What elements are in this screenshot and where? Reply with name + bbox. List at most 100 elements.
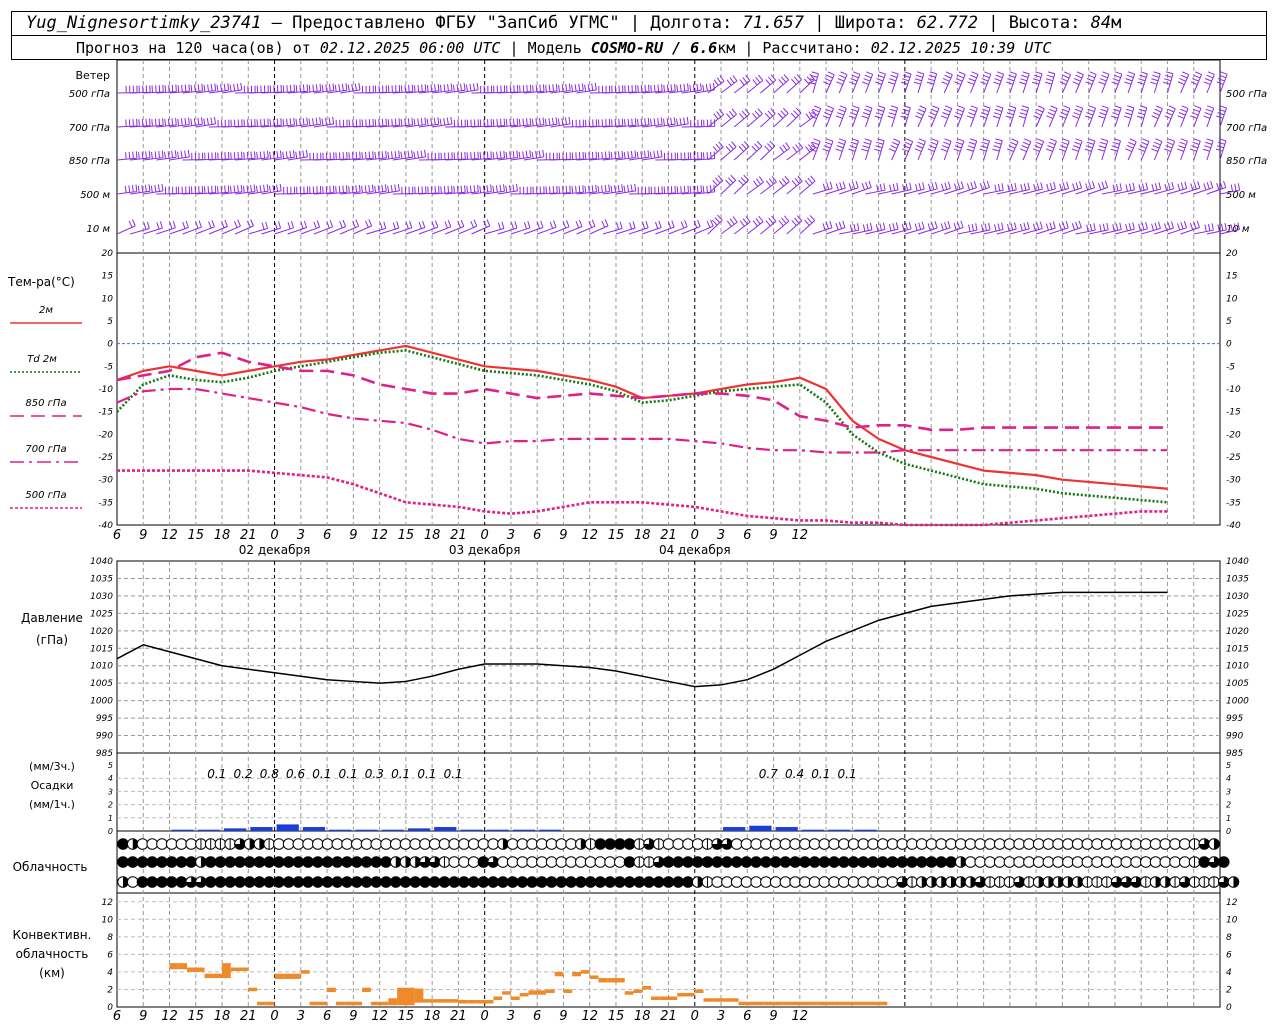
- temp-tick-label-left: -40: [98, 521, 113, 531]
- wind-barb-feather: [849, 224, 853, 232]
- wind-barb-feather: [1223, 180, 1227, 188]
- wind-barb-feather: [1024, 138, 1032, 143]
- wind-barb-feather: [374, 185, 377, 193]
- wind-barb-feather: [804, 78, 810, 85]
- wind-barb-feather: [1115, 71, 1122, 75]
- wind-barb: [116, 118, 138, 128]
- wind-barb-feather: [1139, 105, 1147, 109]
- wind-barb-feather: [601, 220, 606, 228]
- wind-barb-feather: [190, 85, 193, 93]
- cloud-cover-symbol: [1081, 876, 1094, 888]
- wind-barb-feather: [1014, 182, 1017, 190]
- precip-sum-label: 0.1: [207, 767, 226, 781]
- wind-barb-feather: [1180, 74, 1188, 79]
- cloud-cover-symbol: [818, 856, 831, 868]
- wind-barb-feather: [250, 184, 252, 193]
- cloud-cover-symbol: [662, 876, 675, 888]
- wind-barb-feather: [653, 84, 656, 92]
- wind-barb-feather: [553, 220, 557, 228]
- wind-barb-feather: [518, 151, 521, 159]
- cloud-cover-symbol: [691, 876, 704, 888]
- wind-barb-feather: [444, 221, 448, 229]
- wind-barb-feather: [1126, 145, 1134, 149]
- wind-barb-feather: [743, 174, 749, 181]
- lower-x-tick-label: 6: [113, 1009, 121, 1024]
- wind-barb-feather: [1217, 141, 1225, 145]
- cloud-cover-symbol: [1217, 876, 1230, 888]
- cloud-cover-symbol: [974, 838, 987, 850]
- cloud-cover-symbol: [380, 856, 392, 868]
- wind-barb-feather: [466, 186, 469, 194]
- temp-tick-label-left: -10: [98, 385, 113, 395]
- cloud-circle: [993, 856, 1006, 868]
- cloud-cover-symbol: [847, 856, 860, 868]
- wind-barb-feather: [1076, 105, 1083, 109]
- wind-barb-feather: [1088, 74, 1096, 79]
- wind-barb-feather: [387, 119, 390, 127]
- cloud-circle: [877, 856, 889, 868]
- temp-tick-label-right: 20: [1226, 249, 1238, 259]
- wind-barb-feather: [439, 118, 442, 126]
- cloud-cover-symbol: [1042, 838, 1055, 850]
- wind-barb: [760, 140, 776, 161]
- wind-barb-feather: [726, 79, 732, 86]
- cloud-cover-symbol: [1208, 856, 1220, 868]
- wind-barb-feather: [216, 84, 219, 92]
- wind-barb: [861, 138, 872, 161]
- wind-barb-feather: [398, 150, 400, 158]
- cloud-cover-symbol: [1110, 838, 1123, 850]
- wind-barb: [915, 105, 927, 128]
- wind-barb-feather: [966, 183, 971, 191]
- wind-barb-feather: [1177, 223, 1181, 231]
- convective-bar: [624, 991, 634, 995]
- cloud-cover-symbol: [165, 838, 178, 850]
- wind-barb-feather: [273, 118, 275, 126]
- upper-x-tick-label: 18: [424, 528, 441, 543]
- wind-barb-feather: [670, 84, 673, 92]
- wind-barb-feather: [214, 83, 217, 91]
- wind-barb-feather: [1101, 105, 1109, 109]
- cloud-cover-symbol: [273, 838, 285, 850]
- cloud-circle: [594, 838, 607, 850]
- upper-x-tick-label: 9: [559, 528, 567, 543]
- wind-barb: [1180, 181, 1201, 195]
- wind-barb: [927, 138, 939, 161]
- cloud-circle: [877, 838, 889, 850]
- cloud-cover-symbol: [604, 876, 616, 888]
- wind-barb-feather: [918, 222, 922, 230]
- wind-barb-feather: [742, 218, 748, 225]
- wind-barb-feather: [835, 115, 843, 119]
- wind-barb-feather: [890, 74, 898, 78]
- wind-barb-feather: [781, 217, 787, 224]
- wind-barb-feather: [279, 183, 282, 191]
- lower-x-tick-label: 3: [297, 1009, 305, 1024]
- wind-barb-feather: [601, 151, 603, 159]
- pressure-tick-label-left: 1005: [90, 679, 113, 689]
- wind-barb: [1150, 71, 1161, 94]
- wind-barb-feather: [1110, 148, 1118, 152]
- cloud-cover-symbol: [1052, 876, 1064, 888]
- cloud-circle: [1159, 856, 1172, 868]
- wind-barb-feather: [400, 151, 403, 159]
- wind-barb-feather: [289, 118, 292, 126]
- precip-bar: [434, 827, 457, 831]
- cloud-cover-symbol: [740, 856, 753, 868]
- cloud-cover-symbol: [204, 856, 217, 868]
- wind-barb-feather: [604, 151, 607, 159]
- wind-barb-feather: [1138, 223, 1141, 231]
- wind-barb-feather: [1001, 183, 1004, 191]
- wind-barb: [1177, 138, 1188, 161]
- cloud-circle: [984, 838, 996, 850]
- wind-barb-feather: [957, 74, 964, 79]
- wind-barb-feather: [1170, 221, 1174, 229]
- cloud-circle: [779, 876, 792, 888]
- wind-barb-feather: [636, 151, 639, 159]
- wind-barb-feather: [1189, 223, 1194, 230]
- wind-barb-feather: [869, 222, 873, 230]
- cloud-circle: [292, 838, 305, 850]
- temp-tick-label-left: -15: [98, 408, 113, 418]
- wind-barb-feather: [993, 81, 1001, 85]
- cloud-cover-symbol: [857, 838, 870, 850]
- wind-barb-feather: [1128, 141, 1135, 146]
- wind-barb-feather: [796, 74, 802, 80]
